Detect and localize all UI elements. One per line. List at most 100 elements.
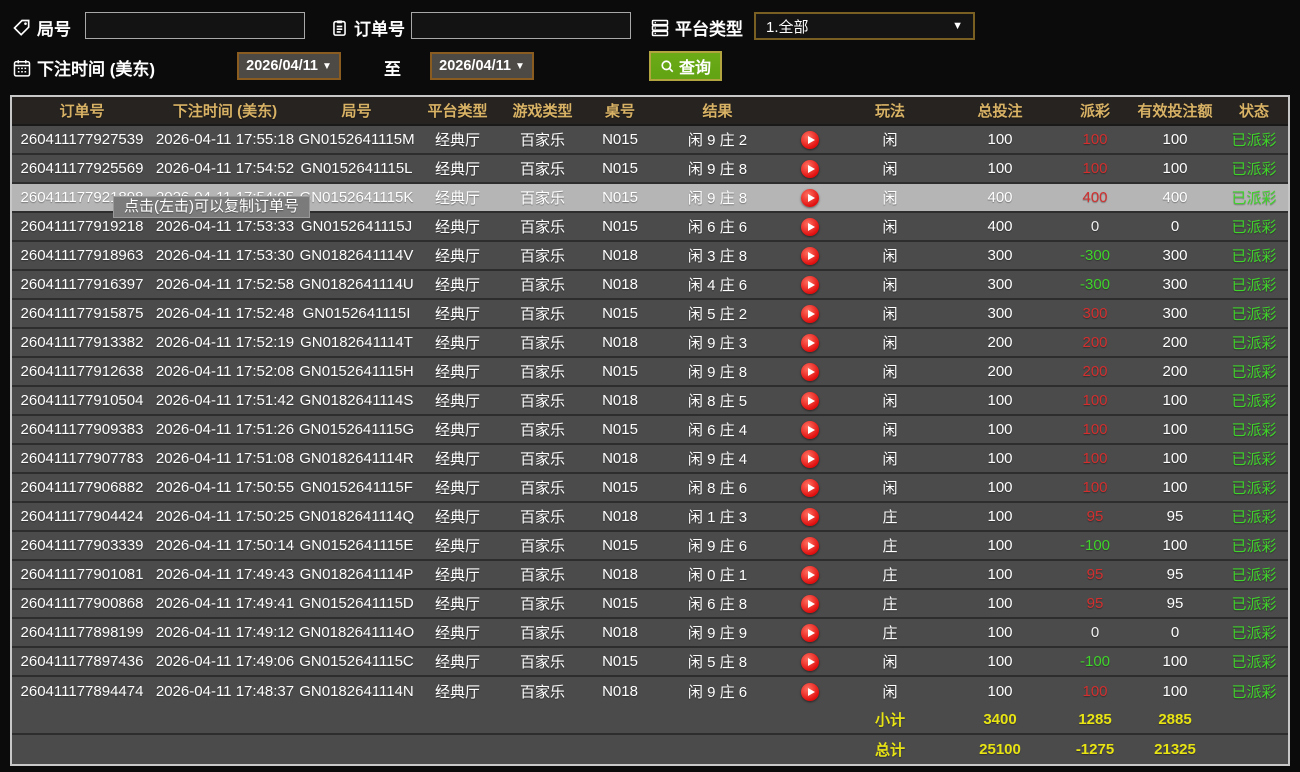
order-cell[interactable]: 260411177904424	[12, 503, 152, 530]
play-video-icon[interactable]	[801, 217, 819, 236]
status-cell: 已派彩	[1231, 509, 1277, 526]
total-bet-cell: 100	[987, 683, 1013, 700]
play-video-icon[interactable]	[801, 623, 819, 642]
play-video-icon[interactable]	[801, 333, 819, 352]
grandtotal-valid-bet: 21325	[1154, 741, 1196, 758]
total-bet-cell: 100	[987, 450, 1013, 467]
order-cell[interactable]: 260411177898199	[12, 619, 152, 646]
order-cell[interactable]: 260411177897436	[12, 648, 152, 675]
table-row[interactable]: 260411177897436 2026-04-11 17:49:06 GN0152…	[12, 648, 1288, 677]
bet-time-cell: 2026-04-11 17:49:41	[155, 595, 295, 612]
platform-filter-label: 平台类型	[675, 20, 743, 39]
valid-bet-cell: 300	[1162, 305, 1188, 322]
play-video-icon[interactable]	[801, 449, 819, 468]
platform-cell: 经典厅	[434, 596, 480, 613]
table-row[interactable]: 260411177916397 2026-04-11 17:52:58 GN0182…	[12, 271, 1288, 300]
table-row[interactable]: 260411177927539 2026-04-11 17:55:18 GN0152…	[12, 126, 1288, 155]
header-game: 游戏类型	[512, 103, 573, 120]
order-input[interactable]	[411, 12, 631, 39]
table-row[interactable]: 260411177904424 2026-04-11 17:50:25 GN0182…	[12, 503, 1288, 532]
play-video-icon[interactable]	[801, 594, 819, 613]
round-cell: GN0182641114P	[299, 566, 414, 583]
table-row[interactable]: 260411177906882 2026-04-11 17:50:55 GN0152…	[12, 474, 1288, 503]
play-cell	[780, 126, 840, 153]
play-cell	[780, 445, 840, 472]
order-cell[interactable]: 260411177909383	[12, 416, 152, 443]
table-row[interactable]: 260411177907783 2026-04-11 17:51:08 GN0182…	[12, 445, 1288, 474]
order-cell[interactable]: 260411177916397	[12, 271, 152, 298]
round-cell: GN0152641115L	[300, 160, 413, 177]
play-video-icon[interactable]	[801, 420, 819, 439]
bet-time-cell: 2026-04-11 17:51:08	[155, 450, 295, 467]
play-video-icon[interactable]	[801, 507, 819, 526]
result-cell: 闲 9 庄 4	[687, 451, 748, 468]
order-cell[interactable]: 260411177900868	[12, 590, 152, 617]
table-row[interactable]: 260411177901081 2026-04-11 17:49:43 GN0182…	[12, 561, 1288, 590]
table-row[interactable]: 260411177912638 2026-04-11 17:52:08 GN0152…	[12, 358, 1288, 387]
order-cell[interactable]: 260411177910504	[12, 387, 152, 414]
order-cell[interactable]: 260411177907783	[12, 445, 152, 472]
table-row[interactable]: 260411177925569 2026-04-11 17:54:52 GN0152…	[12, 155, 1288, 184]
date-to-value: 2026/04/11	[439, 58, 511, 74]
platform-cell: 经典厅	[434, 451, 480, 468]
order-cell[interactable]: 260411177903339	[12, 532, 152, 559]
play-type-cell: 闲	[882, 219, 898, 236]
order-cell[interactable]: 260411177913382	[12, 329, 152, 356]
table-cell: N018	[602, 276, 638, 293]
order-cell[interactable]: 260411177918963	[12, 242, 152, 269]
table-row[interactable]: 260411177903339 2026-04-11 17:50:14 GN0152…	[12, 532, 1288, 561]
table-row[interactable]: 260411177918963 2026-04-11 17:53:30 GN0182…	[12, 242, 1288, 271]
bet-time-cell: 2026-04-11 17:49:12	[155, 624, 295, 641]
play-video-icon[interactable]	[801, 565, 819, 584]
play-video-icon[interactable]	[801, 246, 819, 265]
payout-cell: 95	[1086, 595, 1104, 612]
order-cell[interactable]: 260411177912638	[12, 358, 152, 385]
play-video-icon[interactable]	[801, 275, 819, 294]
play-video-icon[interactable]	[801, 304, 819, 323]
table-row[interactable]: 260411177915875 2026-04-11 17:52:48 GN0152…	[12, 300, 1288, 329]
play-video-icon[interactable]	[801, 159, 819, 178]
valid-bet-cell: 0	[1170, 624, 1180, 641]
play-video-icon[interactable]	[801, 362, 819, 381]
table-row[interactable]: 260411177898199 2026-04-11 17:49:12 GN0182…	[12, 619, 1288, 648]
payout-cell: 300	[1082, 305, 1108, 322]
bet-time-filter-label: 下注时间 (美东)	[37, 60, 156, 79]
result-cell: 闲 9 庄 9	[687, 625, 748, 642]
date-from-select[interactable]: 2026/04/11 ▼	[237, 52, 341, 80]
play-video-icon[interactable]	[801, 391, 819, 410]
table-row[interactable]: 260411177913382 2026-04-11 17:52:19 GN0182…	[12, 329, 1288, 358]
table-row[interactable]: 260411177909383 2026-04-11 17:51:26 GN0152…	[12, 416, 1288, 445]
play-video-icon[interactable]	[801, 652, 819, 671]
play-video-icon[interactable]	[801, 478, 819, 497]
play-cell	[780, 213, 840, 240]
total-bet-cell: 300	[987, 305, 1013, 322]
order-cell[interactable]: 260411177901081	[12, 561, 152, 588]
status-cell: 已派彩	[1231, 219, 1277, 236]
play-video-icon[interactable]	[801, 536, 819, 555]
play-video-icon[interactable]	[801, 188, 819, 207]
order-cell[interactable]: 260411177915875	[12, 300, 152, 327]
status-cell: 已派彩	[1231, 422, 1277, 439]
order-cell[interactable]: 260411177925569	[12, 155, 152, 182]
grandtotal-total-bet: 25100	[979, 741, 1021, 758]
play-video-icon[interactable]	[801, 130, 819, 149]
total-bet-cell: 100	[987, 595, 1013, 612]
status-cell: 已派彩	[1231, 596, 1277, 613]
date-to-select[interactable]: 2026/04/11 ▼	[430, 52, 534, 80]
table-row[interactable]: 260411177910504 2026-04-11 17:51:42 GN0182…	[12, 387, 1288, 416]
table-row[interactable]: 260411177900868 2026-04-11 17:49:41 GN0152…	[12, 590, 1288, 619]
platform-cell: 经典厅	[434, 393, 480, 410]
order-cell[interactable]: 260411177906882	[12, 474, 152, 501]
play-type-cell: 庄	[882, 596, 898, 613]
result-cell: 闲 8 庄 5	[687, 393, 748, 410]
platform-select[interactable]: 1.全部 ▼	[754, 12, 975, 40]
round-input[interactable]	[85, 12, 305, 39]
total-bet-cell: 300	[987, 276, 1013, 293]
payout-cell: 100	[1082, 683, 1108, 700]
search-button[interactable]: 查询	[649, 51, 722, 81]
table-row[interactable]: 260411177894474 2026-04-11 17:48:37 GN0182…	[12, 677, 1288, 706]
table-cell: N015	[602, 537, 638, 554]
play-video-icon[interactable]	[801, 682, 819, 701]
order-cell[interactable]: 260411177927539	[12, 126, 152, 153]
order-cell[interactable]: 260411177894474	[12, 677, 152, 706]
